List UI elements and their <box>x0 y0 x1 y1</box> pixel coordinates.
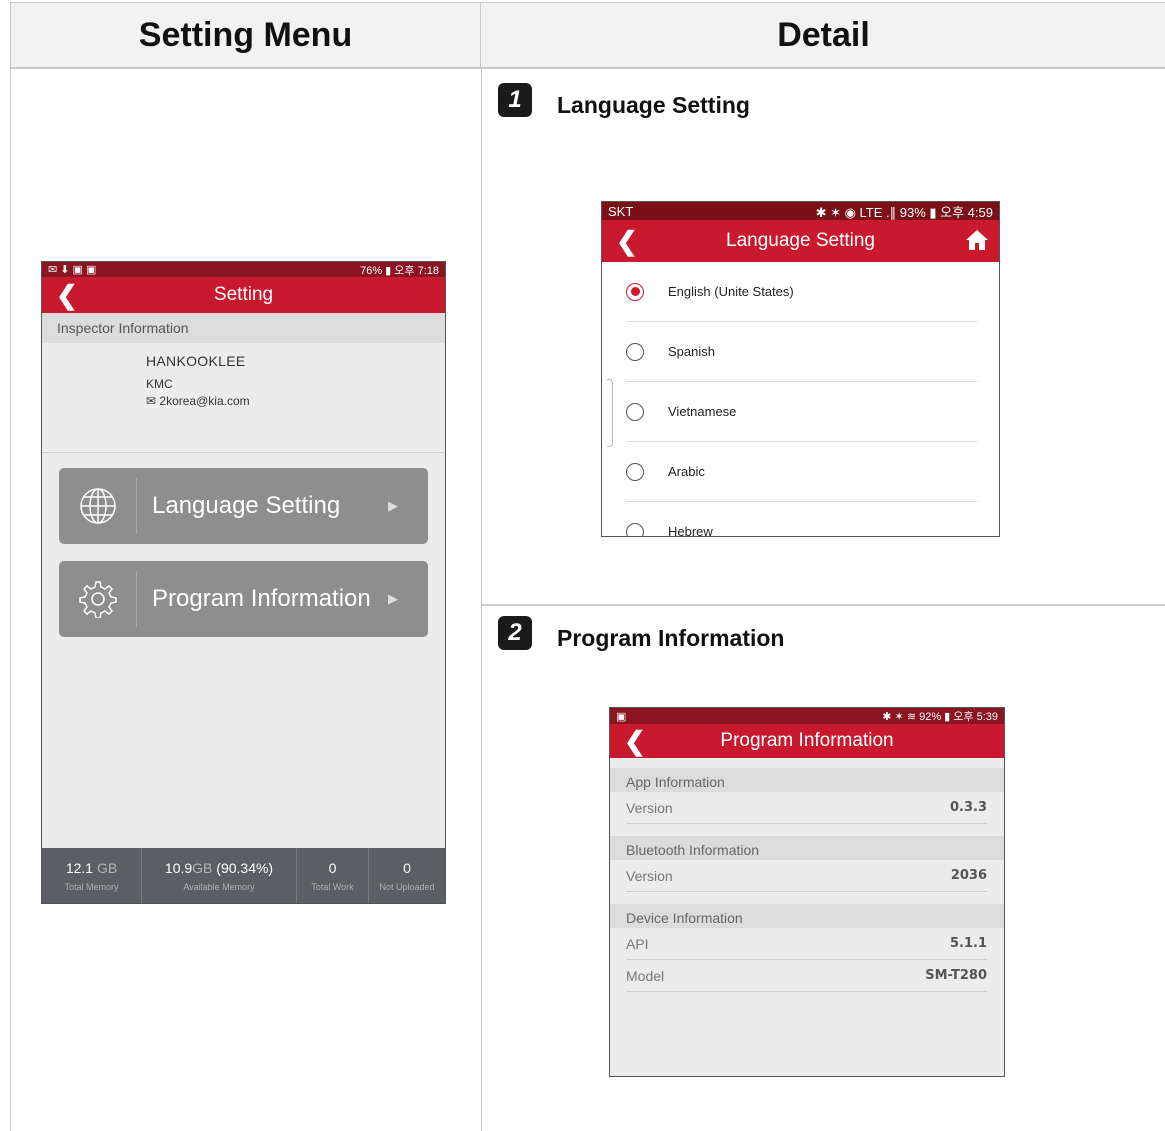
api-row: API 5.1.1 <box>626 928 987 960</box>
available-memory-unit: GB <box>192 859 213 876</box>
model-label: Model <box>626 967 665 984</box>
app-info-header: App Information <box>610 768 1004 792</box>
chevron-right-icon: ▶ <box>388 498 398 513</box>
header-setting-menu: Setting Menu <box>11 3 481 69</box>
step-number-2: 2 <box>498 616 532 650</box>
language-label: Hebrew <box>668 524 713 537</box>
header-detail: Detail <box>481 3 1165 69</box>
bluetooth-version-row: Version 2036 <box>626 860 987 892</box>
status-left: SKT <box>608 203 634 219</box>
available-memory-value: 10.9 <box>164 859 193 876</box>
total-memory-value: 12.1 <box>65 859 94 876</box>
total-work-value: 0 <box>328 859 337 876</box>
detail-label-program: Program Information <box>557 625 785 651</box>
app-version-value: 0.3.3 <box>949 800 987 815</box>
status-bar: ▣ ✱ ✶ ≋ 92% ▮ 오후 5:39 <box>610 708 1004 724</box>
column-divider <box>481 69 482 1131</box>
radio-unselected[interactable] <box>626 342 644 361</box>
radio-unselected[interactable] <box>626 462 644 481</box>
available-memory-percent: (90.34%) <box>216 859 274 876</box>
language-option[interactable]: Arabic <box>626 442 977 502</box>
status-left-icons: ▣ <box>616 710 627 723</box>
radio-unselected[interactable] <box>626 522 644 536</box>
chevron-right-icon: ▶ <box>388 591 398 606</box>
bluetooth-version-label: Version <box>626 867 673 884</box>
detail-label-language: Language Setting <box>557 92 750 118</box>
home-icon[interactable] <box>965 229 989 251</box>
total-memory: 12.1 GB Total Memory <box>42 848 142 903</box>
screen-title: Language Setting <box>726 230 875 251</box>
bluetooth-info-header: Bluetooth Information <box>610 836 1004 860</box>
row-divider <box>482 604 1165 606</box>
mail-icon: ✉ <box>146 394 157 408</box>
app-version-label: Version <box>626 799 673 816</box>
status-bar: ✉ ⬇ ▣ ▣ 76% ▮ 오후 7:18 <box>42 262 445 277</box>
status-left-icons: ✉ ⬇ ▣ ▣ <box>48 264 97 276</box>
globe-icon <box>59 478 137 534</box>
language-label: English (Unite States) <box>668 284 794 299</box>
language-setting-screenshot: SKT ✱ ✶ ◉ LTE .∥ 93% ▮ 오후 4:59 ❮ Languag… <box>601 201 1000 537</box>
language-option[interactable]: Hebrew <box>626 502 977 537</box>
model-value: SM-T280 <box>925 968 987 983</box>
memory-footer: 12.1 GB Total Memory 10.9GB (90.34%) Ava… <box>42 848 445 903</box>
program-information-button[interactable]: Program Information ▶ <box>59 561 428 637</box>
status-bar: SKT ✱ ✶ ◉ LTE .∥ 93% ▮ 오후 4:59 <box>602 202 999 220</box>
inspector-email-row: ✉ 2korea@kia.com <box>146 394 445 408</box>
step-number-1: 1 <box>498 83 532 117</box>
language-label: Arabic <box>668 464 705 479</box>
total-memory-label: Total Memory <box>64 881 119 892</box>
device-info-header: Device Information <box>610 904 1004 928</box>
api-label: API <box>626 935 649 952</box>
inspector-info: HANKOOKLEE KMC ✉ 2korea@kia.com <box>42 343 445 453</box>
total-memory-unit: GB <box>96 859 118 876</box>
not-uploaded-value: 0 <box>403 859 411 876</box>
app-bar: ❮ Program Information <box>610 724 1004 758</box>
back-icon[interactable]: ❮ <box>624 726 646 757</box>
gear-icon <box>59 571 137 627</box>
app-version-row: Version 0.3.3 <box>626 792 987 824</box>
program-information-label: Program Information <box>152 585 371 612</box>
total-work: 0 Total Work <box>297 848 369 903</box>
language-setting-button[interactable]: Language Setting ▶ <box>59 468 428 544</box>
language-option[interactable]: Vietnamese <box>626 382 977 442</box>
side-handle[interactable] <box>607 379 613 447</box>
radio-selected[interactable] <box>626 282 644 301</box>
radio-unselected[interactable] <box>626 402 644 421</box>
status-right: ✱ ✶ ◉ LTE .∥ 93% ▮ 오후 4:59 <box>815 204 993 220</box>
screen-title: Program Information <box>720 730 894 751</box>
available-memory-label: Available Memory <box>183 881 255 892</box>
bluetooth-version-value: 2036 <box>950 868 987 883</box>
app-bar: ❮ Setting <box>42 277 445 313</box>
not-uploaded: 0 Not Uploaded <box>369 848 445 903</box>
language-label: Spanish <box>668 344 715 359</box>
program-information-screenshot: ▣ ✱ ✶ ≋ 92% ▮ 오후 5:39 ❮ Program Informat… <box>609 707 1005 1077</box>
language-option[interactable]: Spanish <box>626 322 977 382</box>
api-value: 5.1.1 <box>949 936 987 951</box>
back-icon[interactable]: ❮ <box>616 226 638 257</box>
settings-screenshot: ✉ ⬇ ▣ ▣ 76% ▮ 오후 7:18 ❮ Setting Inspecto… <box>41 261 446 904</box>
total-work-label: Total Work <box>311 881 354 892</box>
status-right: 76% ▮ 오후 7:18 <box>360 264 439 277</box>
inspector-org: KMC <box>146 377 173 391</box>
available-memory: 10.9GB (90.34%) Available Memory <box>142 848 297 903</box>
back-icon[interactable]: ❮ <box>56 280 78 311</box>
app-bar: ❮ Language Setting <box>602 220 999 262</box>
inspector-header: Inspector Information <box>42 313 445 343</box>
screen-title: Setting <box>213 284 274 305</box>
inspector-email: 2korea@kia.com <box>159 394 250 408</box>
language-option[interactable]: English (Unite States) <box>626 262 977 322</box>
model-row: Model SM-T280 <box>626 960 987 992</box>
not-uploaded-label: Not Uploaded <box>379 881 435 892</box>
language-label: Vietnamese <box>668 404 737 419</box>
status-right: ✱ ✶ ≋ 92% ▮ 오후 5:39 <box>882 711 998 723</box>
inspector-name: HANKOOKLEE <box>146 353 246 369</box>
language-setting-label: Language Setting <box>152 492 341 519</box>
